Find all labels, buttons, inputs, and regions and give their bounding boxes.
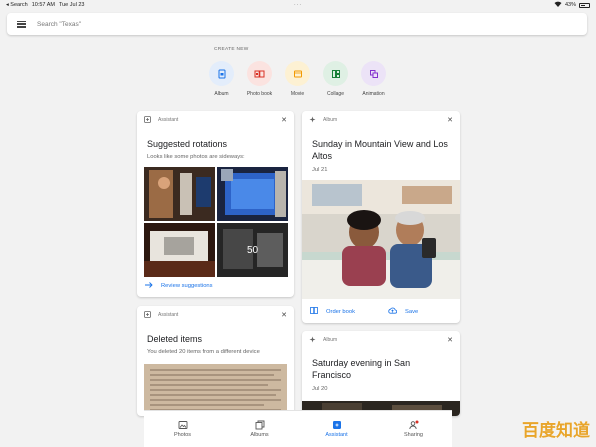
status-date: Tue Jul 23 (58, 2, 85, 8)
animation-icon (361, 61, 386, 86)
albums-icon (255, 420, 265, 430)
card-header: Album ✕ (302, 111, 460, 129)
save-button[interactable]: Save (388, 307, 418, 316)
photo-book-icon (247, 61, 272, 86)
order-book-label: Order book (326, 308, 355, 315)
nav-photos-label: Photos (173, 432, 192, 438)
create-new-row: Album Photo book Movie Collage Animation (208, 61, 387, 97)
sharing-icon (408, 420, 419, 430)
card-date: Jul 20 (312, 386, 328, 392)
card-title: Deleted items (147, 334, 203, 344)
nav-albums[interactable]: Albums (221, 411, 298, 447)
sunday-album-card[interactable]: Album ✕ Sunday in Mountain View and Los … (302, 111, 460, 323)
close-icon[interactable]: ✕ (447, 336, 453, 344)
create-animation-label: Animation (362, 91, 385, 97)
card-title: Suggested rotations (147, 139, 228, 149)
create-collage-button[interactable]: Collage (322, 61, 349, 97)
nav-photos[interactable]: Photos (144, 411, 221, 447)
sparkle-icon (309, 116, 316, 125)
status-time: 10:57 AM (31, 2, 55, 8)
cloud-upload-icon (388, 307, 398, 316)
close-icon[interactable]: ✕ (447, 116, 453, 124)
status-bar: ◂ Search 10:57 AM Tue Jul 23 ··· 43% (0, 0, 596, 10)
card-header: Album ✕ (302, 331, 460, 349)
search-bar[interactable]: Search "Texas" (7, 13, 587, 35)
card-subtitle: Looks like some photos are sideways: (147, 154, 245, 160)
create-animation-button[interactable]: Animation (360, 61, 387, 97)
card-title: Sunday in Mountain View and Los Altos (312, 139, 448, 161)
menu-icon[interactable] (17, 20, 26, 28)
search-input[interactable]: Search "Texas" (37, 21, 81, 28)
rotation-photo-thumbnail[interactable] (144, 167, 215, 221)
review-suggestions-button[interactable]: Review suggestions (145, 282, 213, 290)
nav-assistant[interactable]: Assistant (298, 411, 375, 447)
card-header: Assistant ✕ (137, 306, 294, 324)
card-kind-label: Album (323, 337, 338, 343)
photo-book-icon (310, 307, 318, 316)
assistant-icon (144, 115, 151, 125)
close-icon[interactable]: ✕ (281, 116, 287, 124)
create-new-heading: CREATE NEW (214, 47, 249, 52)
nav-albums-label: Albums (250, 432, 269, 438)
collage-icon (323, 61, 348, 86)
deleted-item-photo[interactable] (144, 364, 287, 416)
close-icon[interactable]: ✕ (281, 311, 287, 319)
create-movie-label: Movie (290, 91, 305, 97)
photos-icon (178, 420, 188, 430)
create-photo-book-button[interactable]: Photo book (246, 61, 273, 97)
movie-icon (285, 61, 310, 86)
nav-sharing-label: Sharing (404, 432, 423, 438)
saturday-album-card[interactable]: Album ✕ Saturday evening in San Francisc… (302, 331, 460, 416)
watermark-logo: 百度知道 (522, 421, 590, 441)
rotation-photo-thumbnail[interactable] (217, 167, 288, 221)
battery-icon (579, 2, 590, 8)
card-subtitle: You deleted 20 items from a different de… (147, 349, 260, 355)
arrow-right-icon (145, 282, 153, 290)
create-collage-label: Collage (327, 91, 344, 97)
battery-percent: 43% (564, 2, 576, 8)
card-date: Jul 21 (312, 167, 328, 173)
card-kind-label: Assistant (158, 312, 179, 318)
review-suggestions-label: Review suggestions (161, 283, 213, 289)
create-album-button[interactable]: Album (208, 61, 235, 97)
create-movie-button[interactable]: Movie (284, 61, 311, 97)
save-label: Save (405, 308, 419, 315)
album-icon (209, 61, 234, 86)
sparkle-icon (309, 336, 316, 345)
nav-sharing[interactable]: Sharing (375, 411, 452, 447)
card-header: Assistant ✕ (137, 111, 294, 129)
more-photos-count: 50 (217, 223, 288, 277)
suggested-rotations-card[interactable]: Assistant ✕ Suggested rotations Looks li… (137, 111, 294, 297)
album-cover-photo[interactable] (302, 180, 460, 299)
order-book-button[interactable]: Order book (310, 307, 355, 316)
rotation-photo-thumbnail[interactable] (144, 223, 215, 277)
multitasking-dots[interactable]: ··· (294, 2, 302, 8)
assistant-icon (144, 310, 151, 320)
assistant-icon (332, 420, 342, 430)
bottom-navigation: Photos Albums Assistant Sharing (144, 410, 452, 447)
wifi-icon (554, 1, 562, 9)
rotation-photo-grid: 50 (144, 167, 288, 277)
create-photo-book-label: Photo book (246, 91, 273, 97)
rotation-photo-thumbnail[interactable]: 50 (217, 223, 288, 277)
card-kind-label: Album (323, 117, 338, 123)
create-album-label: Album (214, 91, 229, 97)
nav-assistant-label: Assistant (325, 432, 348, 438)
card-title: Saturday evening in San Francisco (312, 358, 411, 380)
back-to-search-link[interactable]: ◂ Search (6, 2, 28, 8)
card-kind-label: Assistant (158, 117, 179, 123)
deleted-items-card[interactable]: Assistant ✕ Deleted items You deleted 20… (137, 306, 294, 416)
